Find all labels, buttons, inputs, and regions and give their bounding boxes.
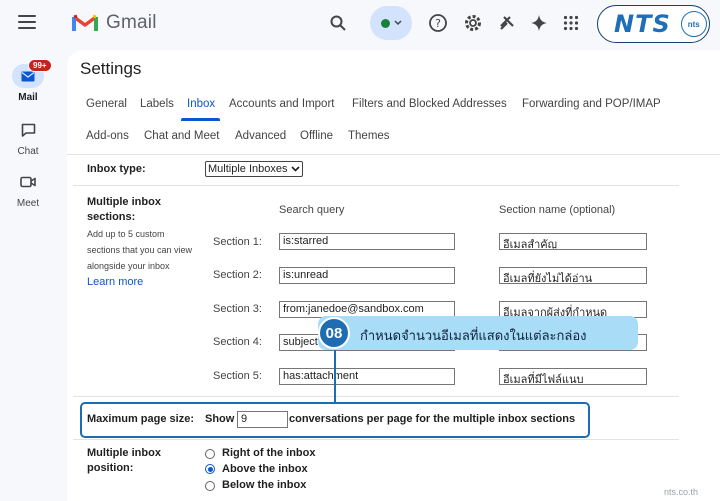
section-1-label: Section 1: <box>213 236 262 248</box>
section-5-name-input[interactable]: อีเมลที่มีไฟล์แนบ <box>499 368 647 385</box>
page-size-input[interactable]: 9 <box>237 411 288 428</box>
tab-themes[interactable]: Themes <box>348 130 390 142</box>
tab-accounts-import[interactable]: Accounts and Import <box>229 98 334 110</box>
apps-grid-icon[interactable] <box>560 12 582 34</box>
tab-advanced[interactable]: Advanced <box>235 130 286 142</box>
inbox-type-value: Multiple Inboxes <box>208 163 288 175</box>
tab-forwarding[interactable]: Forwarding and POP/IMAP <box>522 98 661 110</box>
rail-chat[interactable]: Chat <box>0 118 56 157</box>
mail-icon: 99+ <box>12 59 52 88</box>
callout-text: กำหนดจำนวนอีเมลที่แสดงในแต่ละกล่อง <box>360 329 587 344</box>
section-3-label: Section 3: <box>213 303 262 315</box>
tab-chat-meet[interactable]: Chat and Meet <box>144 130 219 142</box>
active-status-icon <box>380 18 390 28</box>
tab-offline[interactable]: Offline <box>300 130 333 142</box>
chat-icon <box>12 118 44 142</box>
svg-text:?: ? <box>435 17 441 30</box>
tab-labels[interactable]: Labels <box>140 98 174 110</box>
max-page-size-label: Maximum page size: <box>87 413 194 425</box>
tab-general[interactable]: General <box>86 98 127 110</box>
row-divider <box>73 185 679 186</box>
position-above-label[interactable]: Above the inbox <box>222 462 308 477</box>
tab-filters[interactable]: Filters and Blocked Addresses <box>352 98 507 110</box>
chevron-down-icon <box>290 166 300 172</box>
conversations-label: conversations per page for the multiple … <box>289 413 576 425</box>
section-name-header: Section name (optional) <box>499 204 616 216</box>
menu-icon[interactable] <box>18 15 36 29</box>
help-icon[interactable]: ? <box>427 12 449 34</box>
show-label: Show <box>205 413 235 425</box>
position-below-radio[interactable] <box>205 481 215 491</box>
section-2-name-input[interactable]: อีเมลที่ยังไม่ได้อ่าน <box>499 267 647 284</box>
section-1-query-input[interactable]: is:starred <box>279 233 455 250</box>
sparkle-icon[interactable] <box>528 12 550 34</box>
tabs-divider <box>67 154 720 155</box>
search-query-header: Search query <box>279 204 345 216</box>
inbox-type-label: Inbox type: <box>87 163 146 175</box>
row-divider <box>73 439 679 440</box>
status-button[interactable] <box>370 6 412 40</box>
section-4-label: Section 4: <box>213 336 262 348</box>
section-5-label: Section 5: <box>213 370 262 382</box>
row-divider <box>73 396 679 397</box>
learn-more-link[interactable]: Learn more <box>87 276 143 288</box>
callout-step-number: 08 <box>318 317 350 349</box>
section-2-query-input[interactable]: is:unread <box>279 267 455 284</box>
multi-desc-line1: Add up to 5 custom <box>87 229 165 239</box>
section-1-name-input[interactable]: อีเมลสำคัญ <box>499 233 647 250</box>
rail-chat-label: Chat <box>17 146 39 157</box>
multi-desc-line3: alongside your inbox <box>87 261 170 271</box>
position-right-label[interactable]: Right of the inbox <box>222 446 315 461</box>
chevron-down-icon <box>393 20 402 26</box>
nts-logo-text: NTS <box>614 10 671 38</box>
nts-badge: nts <box>680 11 707 37</box>
tutorial-callout: 08 กำหนดจำนวนอีเมลที่แสดงในแต่ละกล่อง <box>318 316 638 350</box>
section-2-label: Section 2: <box>213 269 262 281</box>
gmail-logo[interactable]: Gmail <box>72 12 157 34</box>
position-below-label[interactable]: Below the inbox <box>222 478 306 493</box>
page-title: Settings <box>80 59 142 78</box>
watermark: nts.co.th <box>664 487 699 497</box>
gemini-tools-icon[interactable] <box>496 12 518 34</box>
settings-panel: Settings General Labels Inbox Accounts a… <box>67 50 720 501</box>
gear-icon[interactable] <box>462 12 484 34</box>
rail-mail-label: Mail <box>18 92 38 103</box>
section-5-query-input[interactable]: has:attachment <box>279 368 455 385</box>
video-icon <box>12 170 44 194</box>
callout-connector <box>334 349 336 404</box>
search-icon[interactable] <box>327 12 349 34</box>
app-name: Gmail <box>106 12 157 33</box>
rail-meet-label: Meet <box>16 198 40 209</box>
rail-mail[interactable]: 99+ Mail <box>0 59 56 103</box>
multi-inbox-label: Multiple inbox sections: <box>87 196 161 223</box>
inbox-type-select[interactable]: Multiple Inboxes <box>205 161 303 177</box>
position-right-radio[interactable] <box>205 449 215 459</box>
tab-inbox[interactable]: Inbox <box>187 98 215 110</box>
active-tab-indicator <box>181 118 220 121</box>
unread-badge: 99+ <box>28 59 52 72</box>
top-bar: Gmail ? NTS nts <box>0 0 720 50</box>
rail-meet[interactable]: Meet <box>0 170 56 209</box>
gmail-m-icon <box>72 14 98 31</box>
tab-addons[interactable]: Add-ons <box>86 130 129 142</box>
account-brand-logo[interactable]: NTS nts <box>597 5 710 43</box>
position-label: Multiple inbox position: <box>87 447 161 474</box>
position-above-radio[interactable] <box>205 464 215 474</box>
multi-desc-line2: sections that you can view <box>87 245 193 255</box>
